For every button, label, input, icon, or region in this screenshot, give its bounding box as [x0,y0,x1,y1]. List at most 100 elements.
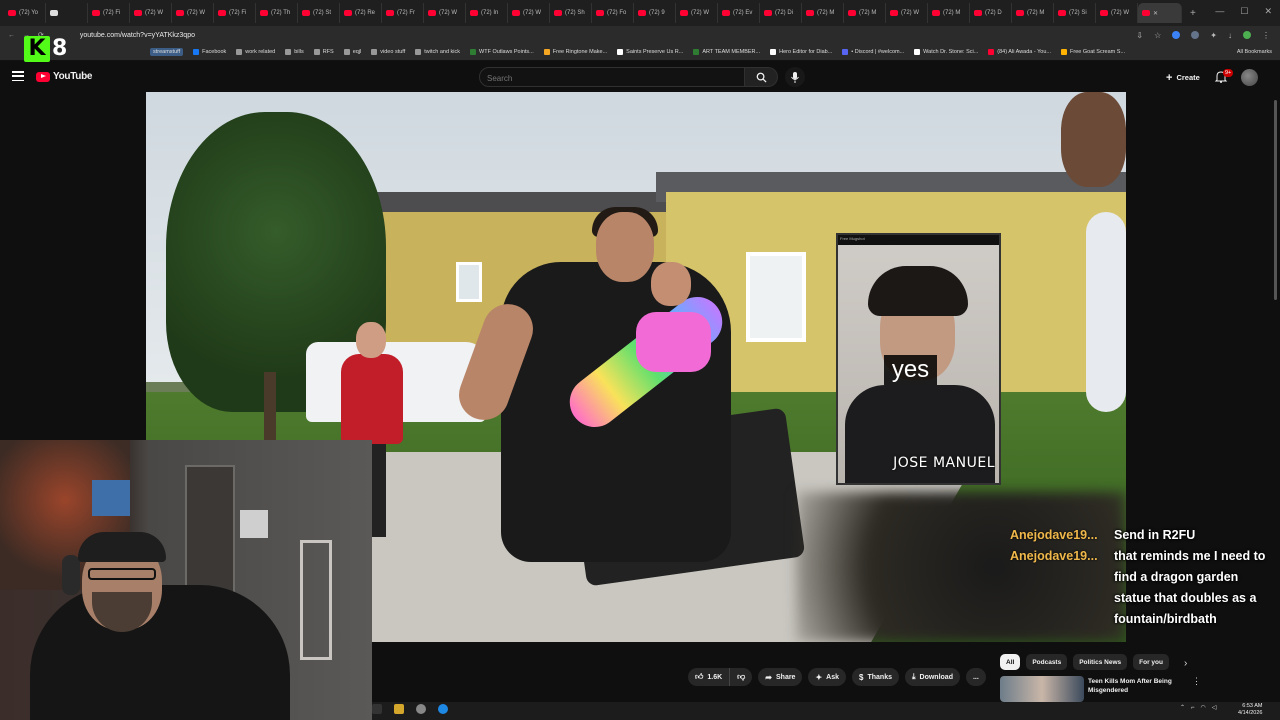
obs-icon[interactable] [372,704,382,714]
extension-icon[interactable] [1191,31,1200,39]
browser-tab[interactable]: (72) Ev [718,3,760,23]
bookmark-item[interactable]: Watch Dr. Stone: Sci... [914,49,978,55]
bookmark-label: • Discord | #welcom... [851,49,905,55]
avatar[interactable] [1241,69,1258,86]
bookmark-item[interactable]: work related [236,49,275,55]
voice-search-button[interactable] [785,67,805,87]
scrollbar-thumb[interactable] [1274,100,1277,300]
browser-tab[interactable]: (72) M [844,3,886,23]
create-button[interactable]: + Create [1160,69,1206,86]
recommended-video-title[interactable]: Teen Kills Mom After Being Misgendered [1088,677,1183,695]
browser-tab[interactable]: (72) W [1096,3,1138,23]
kebab-menu-icon[interactable]: ⋮ [1192,676,1201,687]
bookmark-item[interactable]: WTF Outlaws Points... [470,49,534,55]
search-input[interactable] [480,69,744,88]
bookmark-item[interactable]: RFS [313,49,334,55]
minimize-icon[interactable]: — [1215,6,1224,17]
maximize-icon[interactable]: ☐ [1240,6,1248,17]
browser-tab[interactable]: (72) 9 [634,3,676,23]
thumbs-down-icon: 👎︎ [737,672,746,681]
browser-tab[interactable]: (72) M [928,3,970,23]
more-icon: ... [972,673,979,681]
browser-tab[interactable]: (72) M [1012,3,1054,23]
thanks-button[interactable]: $ Thanks [852,668,899,686]
taskbar-clock[interactable]: 6:53 AM 4/14/2026 [1238,703,1262,717]
tab-favicon-icon [1100,10,1108,16]
chevron-up-icon[interactable]: ⌃ [1180,704,1185,711]
chevron-right-icon[interactable]: › [1184,658,1187,669]
bookmark-item[interactable]: • Discord | #welcom... [842,49,904,55]
bookmark-item[interactable]: Hero Editor for Diab... [770,49,832,55]
bookmark-favicon-icon [988,49,995,55]
file-explorer-icon[interactable] [394,704,404,714]
close-tab-icon[interactable]: ✕ [1153,10,1158,17]
browser-tab[interactable]: (72) Yo [4,3,46,23]
close-window-icon[interactable]: ✕ [1264,6,1272,17]
bookmark-star-icon[interactable]: ☆ [1154,31,1161,40]
recommended-video-thumbnail[interactable] [1000,676,1084,702]
browser-tab[interactable]: (72) Si [1054,3,1096,23]
browser-tab[interactable]: (72) St [298,3,340,23]
network-icon[interactable]: ⌐ [1191,705,1195,711]
browser-tab[interactable]: (72) W [130,3,172,23]
settings-icon[interactable] [416,704,426,714]
bookmark-item[interactable]: twitch and kick [415,49,460,55]
bookmark-item[interactable]: bills [285,49,304,55]
bookmark-item[interactable]: eqjl [343,49,361,55]
browser-tab[interactable]: (72) W [508,3,550,23]
search-button[interactable] [745,67,778,87]
chip-all[interactable]: All [1000,654,1021,670]
dislike-button[interactable]: 👎︎ [730,668,753,686]
browser-tab[interactable]: (72) Sh [550,3,592,23]
video-scene-window [456,262,482,302]
browser-tab[interactable]: (72) M [802,3,844,23]
browser-tab[interactable]: (72) Di [760,3,802,23]
bookmark-item[interactable]: (84) Ali Awada - You... [988,49,1051,55]
download-button[interactable]: ⤓ Download [904,668,960,686]
browser-tab-active[interactable]: ✕ [1138,3,1182,23]
browser-tab[interactable]: (72) In [466,3,508,23]
profile-icon[interactable] [1243,31,1251,39]
back-icon[interactable]: ← [8,32,15,39]
browser-menu-icon[interactable]: ⋮ [1262,31,1270,40]
youtube-logo[interactable]: YouTube [36,71,93,82]
url-field[interactable]: youtube.com/watch?v=yYATKkz3qpo [80,32,195,39]
browser-tab[interactable]: (72) Re [340,3,382,23]
bookmark-item[interactable]: Saints Preserve Us R... [617,49,683,55]
browser-tab[interactable]: (72) Fr [382,3,424,23]
more-actions-button[interactable]: ... [965,668,986,686]
ask-button[interactable]: ✦ Ask [808,668,847,686]
tab-favicon-icon [848,10,856,16]
bookmark-item[interactable]: video stuff [371,49,405,55]
volume-icon[interactable]: ◁ [1212,704,1217,711]
chip-politics-news[interactable]: Politics News [1073,654,1128,670]
browser-tab[interactable]: (72) W [172,3,214,23]
browser-tab[interactable]: (72) Th [256,3,298,23]
new-tab-icon[interactable]: + [1190,8,1196,19]
bookmark-item[interactable]: Free Ringtone Make... [543,49,607,55]
bookmark-item[interactable]: Facebook [193,49,226,55]
downloads-icon[interactable]: ↓ [1228,31,1232,40]
wifi-icon[interactable]: ◠ [1201,704,1206,711]
hamburger-menu-icon[interactable] [12,71,24,81]
all-bookmarks-button[interactable]: All Bookmarks [1237,49,1272,55]
browser-tab[interactable] [46,3,88,23]
browser-tab[interactable]: (72) W [424,3,466,23]
browser-tab[interactable]: (72) W [676,3,718,23]
chip-for-you[interactable]: For you [1133,654,1169,670]
share-button[interactable]: ➦ Share [758,668,803,686]
bookmark-streamstuff[interactable]: streamstuff [150,48,184,56]
browser-tab[interactable]: (72) Fi [214,3,256,23]
extension-icon[interactable] [1172,31,1181,39]
browser-tab[interactable]: (72) W [886,3,928,23]
puzzle-icon[interactable]: ✦ [1210,31,1217,40]
install-icon[interactable]: ⇩ [1136,31,1143,40]
browser-tab[interactable]: (72) Fo [592,3,634,23]
chip-podcasts[interactable]: Podcasts [1026,654,1068,670]
bookmark-item[interactable]: Free Goat Scream S... [1061,49,1125,55]
chrome-icon[interactable] [438,704,448,714]
browser-tab[interactable]: (72) D [970,3,1012,23]
bookmark-item[interactable]: ART TEAM MEMBER... [693,49,760,55]
like-button[interactable]: 👍︎ 1.6K [688,668,731,686]
browser-tab[interactable]: (72) Fi [88,3,130,23]
